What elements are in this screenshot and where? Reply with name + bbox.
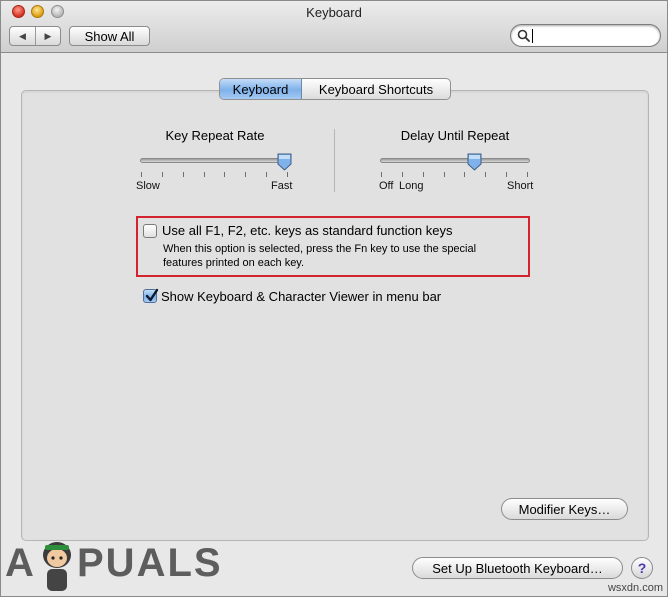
window-toolbar: Keyboard ◀ ▶ Show All: [1, 1, 667, 53]
modifier-keys-button[interactable]: Modifier Keys…: [501, 498, 628, 520]
search-field[interactable]: [510, 24, 661, 47]
back-button[interactable]: ◀: [10, 27, 35, 45]
key-repeat-tick: [141, 172, 142, 177]
content-panel: [21, 90, 649, 541]
forward-arrow-icon: ▶: [44, 30, 52, 41]
key-repeat-tick: [161, 172, 163, 177]
key-repeat-slider-knob[interactable]: [277, 153, 292, 171]
delay-repeat-tick: [381, 172, 382, 177]
key-repeat-fast-label: Fast: [271, 180, 293, 192]
delay-repeat-tick: [422, 172, 424, 177]
delay-repeat-track[interactable]: [380, 158, 530, 163]
delay-repeat-slider-knob[interactable]: [467, 153, 482, 171]
key-repeat-tick: [245, 172, 247, 177]
logo-text-left: A: [5, 541, 36, 585]
nav-button-group: ◀ ▶: [9, 26, 61, 46]
function-keys-description-line2: features printed on each key.: [163, 257, 305, 269]
delay-repeat-tick: [464, 172, 466, 177]
keyboard-viewer-checkbox[interactable]: [143, 288, 159, 303]
key-repeat-track[interactable]: [140, 158, 290, 163]
delay-repeat-tick: [443, 172, 445, 177]
delay-repeat-title: Delay Until Repeat: [400, 128, 510, 143]
key-repeat-tick: [203, 172, 205, 177]
preferences-window: Keyboard ◀ ▶ Show All Keyboard Keyboard …: [0, 0, 668, 597]
function-keys-label: Use all F1, F2, etc. keys as standard fu…: [162, 223, 453, 238]
key-repeat-tick: [287, 172, 288, 177]
key-repeat-tick: [224, 172, 226, 177]
key-repeat-tick: [182, 172, 184, 177]
help-button[interactable]: ?: [631, 557, 653, 579]
delay-repeat-tick: [401, 172, 403, 177]
window-title: Keyboard: [306, 5, 362, 20]
function-keys-checkbox[interactable]: [143, 224, 157, 238]
tab-keyboard-shortcuts[interactable]: Keyboard Shortcuts: [302, 79, 450, 99]
key-repeat-title: Key Repeat Rate: [165, 128, 265, 143]
key-repeat-slow-label: Slow: [136, 180, 160, 192]
function-keys-description-line1: When this option is selected, press the …: [163, 243, 477, 255]
logo-text-right: PUALS: [77, 541, 223, 585]
keyboard-viewer-label: Show Keyboard & Character Viewer in menu…: [161, 289, 442, 304]
delay-repeat-tick: [506, 172, 508, 177]
delay-repeat-tick: [485, 172, 487, 177]
set-up-bluetooth-keyboard-button[interactable]: Set Up Bluetooth Keyboard…: [412, 557, 623, 579]
delay-repeat-tick: [527, 172, 528, 177]
forward-button[interactable]: ▶: [35, 27, 60, 45]
delay-repeat-long-label: Long: [399, 180, 424, 192]
section-divider: [334, 129, 335, 192]
tab-bar: Keyboard Keyboard Shortcuts: [219, 78, 451, 100]
logo-mascot-icon: [43, 542, 71, 591]
show-all-button[interactable]: Show All: [69, 26, 150, 46]
delay-repeat-off-label: Off: [379, 180, 394, 192]
checkmark-icon: [145, 288, 159, 302]
key-repeat-tick: [266, 172, 268, 177]
back-arrow-icon: ◀: [19, 30, 26, 41]
delay-repeat-short-label: Short: [507, 180, 534, 192]
watermark-text: wsxdn.com: [607, 582, 663, 594]
text-caret: [532, 29, 533, 43]
search-icon: [517, 29, 530, 42]
tab-keyboard[interactable]: Keyboard: [220, 79, 302, 99]
